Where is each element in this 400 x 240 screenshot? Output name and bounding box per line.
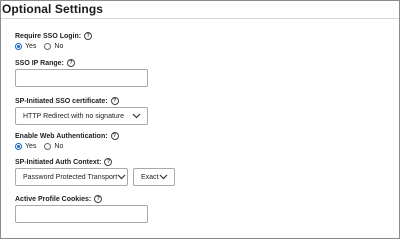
enable-web-authentication-label: Enable Web Authentication: ? [15, 132, 119, 140]
radio-selected-indicator[interactable] [15, 143, 22, 150]
help-icon[interactable]: ? [94, 195, 103, 203]
sp-initiated-auth-context-label: SP-Initiated Auth Context: ? [15, 158, 113, 166]
require-sso-login-radio-group: Yes No [15, 43, 63, 50]
auth-context-comparison-select[interactable]: Exact [133, 168, 175, 186]
require-sso-login-label-text: Require SSO Login: [15, 32, 82, 40]
select-value: Password Protected Transport [23, 173, 118, 181]
chevron-down-icon [159, 174, 168, 180]
sso-ip-range-input[interactable] [15, 69, 148, 87]
help-icon[interactable]: ? [110, 97, 119, 105]
active-profile-cookies-label: Active Profile Cookies: ? [15, 195, 103, 203]
sp-initiated-sso-certificate-label-text: SP-Initiated SSO certificate: [15, 97, 108, 105]
help-icon[interactable]: ? [110, 132, 119, 140]
select-value: Exact [141, 173, 159, 181]
chevron-down-icon [117, 174, 126, 180]
sso-ip-range-label-text: SSO IP Range: [15, 59, 64, 67]
active-profile-cookies-label-text: Active Profile Cookies: [15, 195, 92, 203]
auth-context-select[interactable]: Password Protected Transport [15, 168, 128, 186]
radio-label-yes: Yes [25, 143, 37, 150]
panel-title: Optional Settings [2, 2, 104, 16]
help-icon[interactable]: ? [104, 158, 113, 166]
chevron-down-icon [132, 113, 141, 119]
enable-web-authentication-yes-radio[interactable]: Yes [15, 143, 36, 150]
sp-initiated-sso-certificate-label: SP-Initiated SSO certificate: ? [15, 97, 119, 105]
radio-unselected-indicator[interactable] [44, 43, 52, 50]
enable-web-authentication-radio-group: Yes No [15, 143, 63, 150]
require-sso-login-yes-radio[interactable]: Yes [15, 43, 36, 50]
sp-initiated-sso-certificate-select[interactable]: HTTP Redirect with no signature [15, 107, 148, 125]
optional-settings-panel: Optional Settings Require SSO Login: ? Y… [0, 0, 400, 239]
enable-web-authentication-label-text: Enable Web Authentication: [15, 132, 108, 140]
help-icon[interactable]: ? [66, 59, 75, 67]
radio-selected-indicator[interactable] [15, 43, 22, 50]
radio-label-no: No [54, 143, 64, 150]
sp-initiated-auth-context-label-text: SP-Initiated Auth Context: [15, 158, 102, 166]
active-profile-cookies-input[interactable] [15, 205, 148, 223]
require-sso-login-no-radio[interactable]: No [44, 43, 63, 50]
sso-ip-range-label: SSO IP Range: ? [15, 59, 75, 67]
radio-label-no: No [54, 43, 64, 50]
select-value: HTTP Redirect with no signature [23, 112, 125, 120]
enable-web-authentication-no-radio[interactable]: No [44, 143, 63, 150]
radio-label-yes: Yes [25, 43, 37, 50]
require-sso-login-label: Require SSO Login: ? [15, 32, 93, 40]
radio-unselected-indicator[interactable] [44, 143, 52, 150]
help-icon[interactable]: ? [84, 32, 93, 40]
